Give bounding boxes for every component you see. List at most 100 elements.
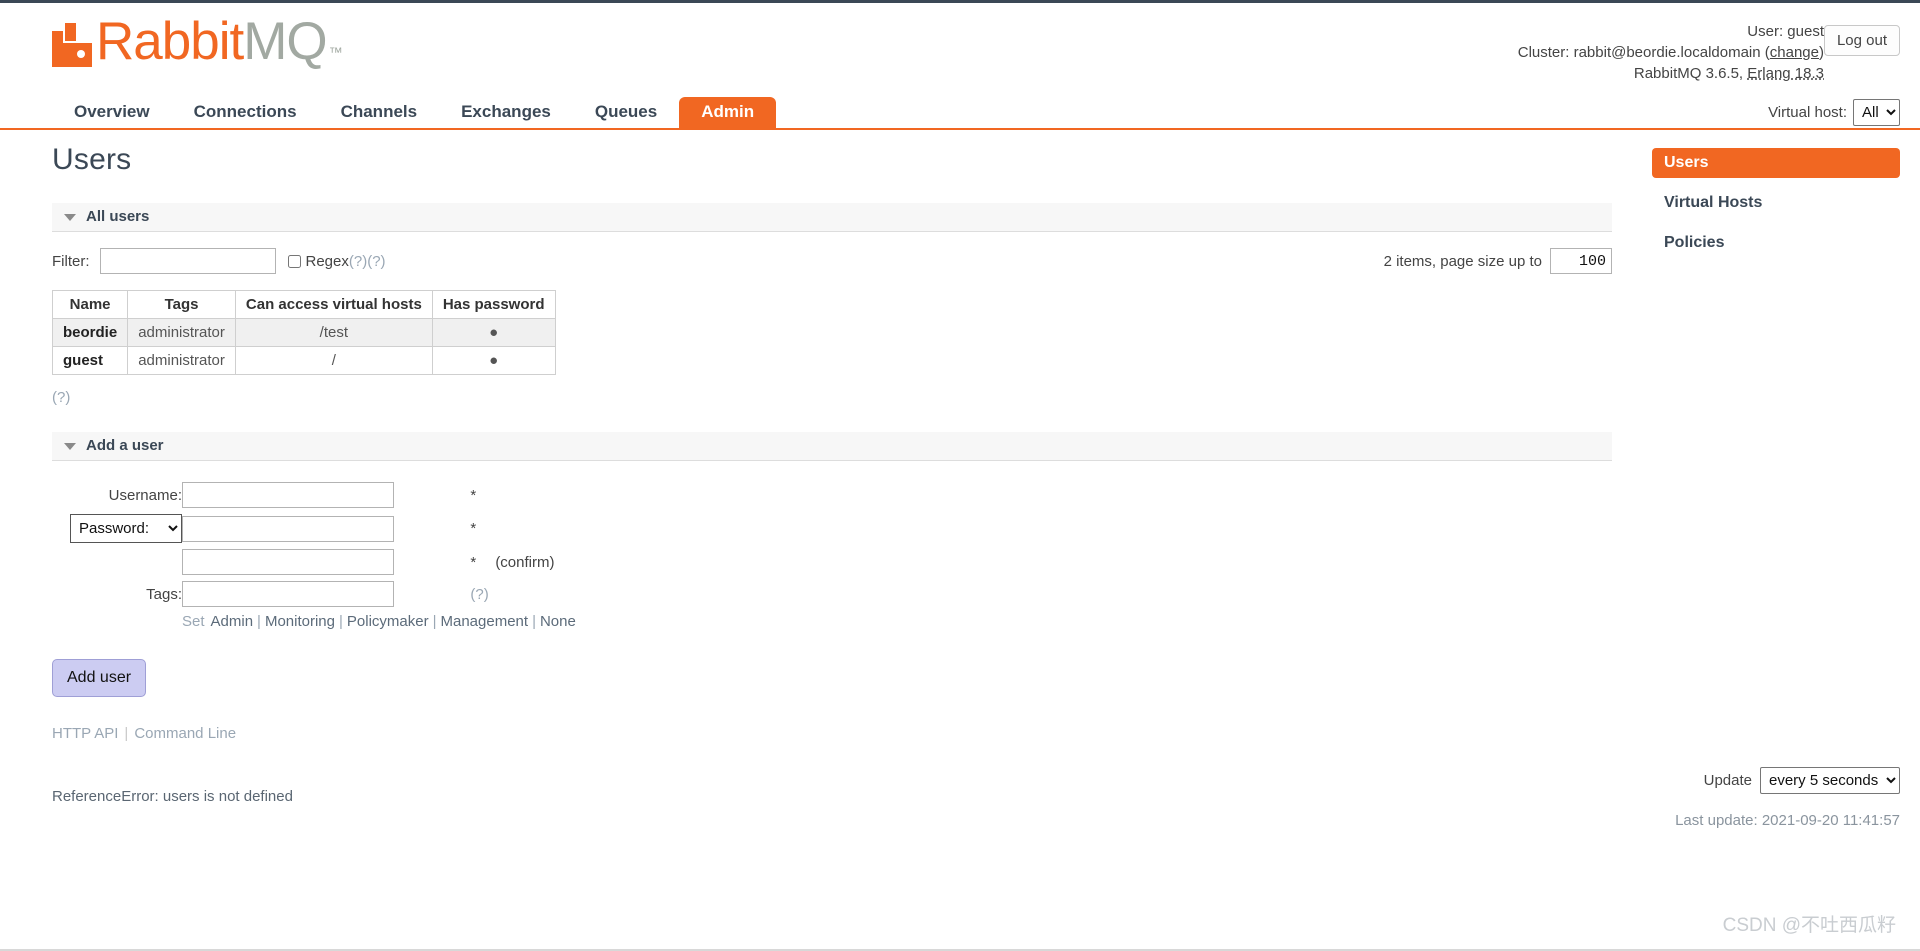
cell-user-tags: administrator bbox=[128, 347, 236, 375]
nav-list: Overview Connections Channels Exchanges … bbox=[0, 98, 1920, 128]
update-interval-select[interactable]: every 5 seconds bbox=[1760, 767, 1900, 794]
regex-label: Regex bbox=[306, 253, 349, 270]
add-user-section: Add a user Username: * Password: bbox=[52, 432, 1612, 697]
admin-sidebar: Users Virtual Hosts Policies bbox=[1652, 148, 1900, 268]
form-row-password-confirm: * (confirm) bbox=[52, 546, 576, 578]
command-line-link[interactable]: Command Line bbox=[134, 725, 236, 742]
tag-preset-policymaker[interactable]: Policymaker bbox=[347, 613, 429, 630]
update-controls: Update every 5 seconds Last update: 2021… bbox=[1675, 767, 1900, 829]
nav-item-channels[interactable]: Channels bbox=[319, 97, 440, 128]
last-update-text: Last update: 2021-09-20 11:41:57 bbox=[1675, 812, 1900, 829]
table-row[interactable]: beordie administrator /test ● bbox=[53, 319, 556, 347]
footer-link-divider: | bbox=[118, 725, 134, 742]
form-row-tag-presets: SetAdmin|Monitoring|Policymaker|Manageme… bbox=[52, 610, 576, 633]
nav-item-queues[interactable]: Queues bbox=[573, 97, 679, 128]
add-user-section-title: Add a user bbox=[86, 437, 164, 454]
regex-option: Regex (?)(?) bbox=[288, 253, 386, 270]
tags-label: Tags: bbox=[52, 578, 182, 610]
regex-help-icon-1[interactable]: (?) bbox=[349, 253, 367, 270]
rabbit-logo-icon bbox=[52, 23, 92, 67]
virtual-host-selector: Virtual host: All bbox=[1768, 99, 1900, 126]
cell-user-name[interactable]: guest bbox=[53, 347, 128, 375]
password-type-select[interactable]: Password: bbox=[70, 514, 182, 543]
cluster-change-link[interactable]: change bbox=[1770, 44, 1819, 61]
add-user-button[interactable]: Add user bbox=[52, 659, 146, 697]
password-field-cell bbox=[182, 511, 470, 546]
logo-trademark: ™ bbox=[327, 37, 343, 67]
footer-links: HTTP API|Command Line bbox=[52, 725, 1612, 742]
rabbitmq-logo[interactable]: Rabbit MQ ™ bbox=[52, 17, 343, 67]
sidebar-item-policies[interactable]: Policies bbox=[1652, 228, 1900, 258]
password-type-cell: Password: bbox=[52, 511, 182, 546]
cluster-name: rabbit@beordie.localdomain bbox=[1574, 44, 1761, 61]
cell-user-vhosts: /test bbox=[235, 319, 432, 347]
main-navigation: Overview Connections Channels Exchanges … bbox=[0, 98, 1920, 130]
cell-user-name[interactable]: beordie bbox=[53, 319, 128, 347]
filter-input[interactable] bbox=[100, 248, 276, 274]
password-input[interactable] bbox=[182, 516, 394, 542]
password-required-mark: * bbox=[470, 511, 495, 546]
update-label: Update bbox=[1704, 772, 1752, 789]
users-table: Name Tags Can access virtual hosts Has p… bbox=[52, 290, 556, 375]
all-users-section-title: All users bbox=[86, 208, 149, 225]
virtual-host-label: Virtual host: bbox=[1768, 104, 1847, 121]
logo-text-mq: MQ bbox=[243, 17, 326, 67]
table-row[interactable]: guest administrator / ● bbox=[53, 347, 556, 375]
password-confirm-required-mark: * bbox=[470, 546, 495, 578]
form-row-tags: Tags: (?) bbox=[52, 578, 576, 610]
http-api-link[interactable]: HTTP API bbox=[52, 725, 118, 742]
chevron-down-icon bbox=[64, 214, 76, 221]
username-input[interactable] bbox=[182, 482, 394, 508]
tag-preset-none[interactable]: None bbox=[540, 613, 576, 630]
form-row-password: Password: * bbox=[52, 511, 576, 546]
cluster-label: Cluster: bbox=[1518, 44, 1570, 61]
cluster-line: Cluster: rabbit@beordie.localdomain (cha… bbox=[1518, 42, 1824, 63]
nav-item-connections[interactable]: Connections bbox=[172, 97, 319, 128]
main-content: Users All users Filter: Regex (?)(?) 2 i… bbox=[52, 143, 1612, 805]
sidebar-item-users[interactable]: Users bbox=[1652, 148, 1900, 178]
column-header-tags[interactable]: Tags bbox=[128, 291, 236, 319]
username-required-mark: * bbox=[470, 479, 495, 511]
paging-controls: 2 items, page size up to bbox=[1384, 248, 1612, 274]
nav-item-overview[interactable]: Overview bbox=[52, 97, 172, 128]
column-header-name[interactable]: Name bbox=[53, 291, 128, 319]
page-header: Rabbit MQ ™ User: guest Cluster: rabbit@… bbox=[0, 3, 1920, 101]
nav-item-admin[interactable]: Admin bbox=[679, 97, 776, 128]
tag-preset-management[interactable]: Management bbox=[441, 613, 529, 630]
tag-preset-monitoring[interactable]: Monitoring bbox=[265, 613, 335, 630]
users-table-help-icon[interactable]: (?) bbox=[52, 389, 1612, 406]
tags-help-icon[interactable]: (?) bbox=[470, 578, 495, 610]
logout-button[interactable]: Log out bbox=[1824, 25, 1900, 56]
user-label: User: bbox=[1747, 23, 1783, 40]
form-row-username: Username: * bbox=[52, 479, 576, 511]
sidebar-item-virtual-hosts[interactable]: Virtual Hosts bbox=[1652, 188, 1900, 218]
logo-text-rabbit: Rabbit bbox=[96, 17, 243, 67]
update-row: Update every 5 seconds bbox=[1675, 767, 1900, 794]
add-user-section-header[interactable]: Add a user bbox=[52, 432, 1612, 461]
password-confirm-note: (confirm) bbox=[495, 546, 576, 578]
page-title: Users bbox=[52, 143, 1612, 177]
regex-help-icon-2[interactable]: (?) bbox=[367, 253, 385, 270]
page-size-input[interactable] bbox=[1550, 248, 1612, 274]
rabbitmq-version: RabbitMQ 3.6.5, bbox=[1634, 65, 1743, 82]
virtual-host-select[interactable]: All bbox=[1853, 99, 1900, 126]
column-header-has-password[interactable]: Has password bbox=[432, 291, 555, 319]
user-name: guest bbox=[1787, 23, 1824, 40]
cluster-status-block: User: guest Cluster: rabbit@beordie.loca… bbox=[1518, 21, 1824, 84]
column-header-vhosts[interactable]: Can access virtual hosts bbox=[235, 291, 432, 319]
set-word-label: Set bbox=[182, 613, 211, 630]
version-line: RabbitMQ 3.6.5, Erlang 18.3 bbox=[1518, 63, 1824, 84]
tags-field-cell bbox=[182, 578, 470, 610]
regex-checkbox[interactable] bbox=[288, 255, 301, 268]
nav-item-exchanges[interactable]: Exchanges bbox=[439, 97, 573, 128]
cell-user-has-password: ● bbox=[432, 347, 555, 375]
username-label: Username: bbox=[52, 479, 182, 511]
tag-preset-separator: | bbox=[528, 613, 540, 630]
user-line: User: guest bbox=[1518, 21, 1824, 42]
all-users-section-header[interactable]: All users bbox=[52, 203, 1612, 232]
tag-preset-admin[interactable]: Admin bbox=[211, 613, 254, 630]
tags-input[interactable] bbox=[182, 581, 394, 607]
password-confirm-input[interactable] bbox=[182, 549, 394, 575]
username-field-cell bbox=[182, 479, 470, 511]
cell-user-vhosts: / bbox=[235, 347, 432, 375]
